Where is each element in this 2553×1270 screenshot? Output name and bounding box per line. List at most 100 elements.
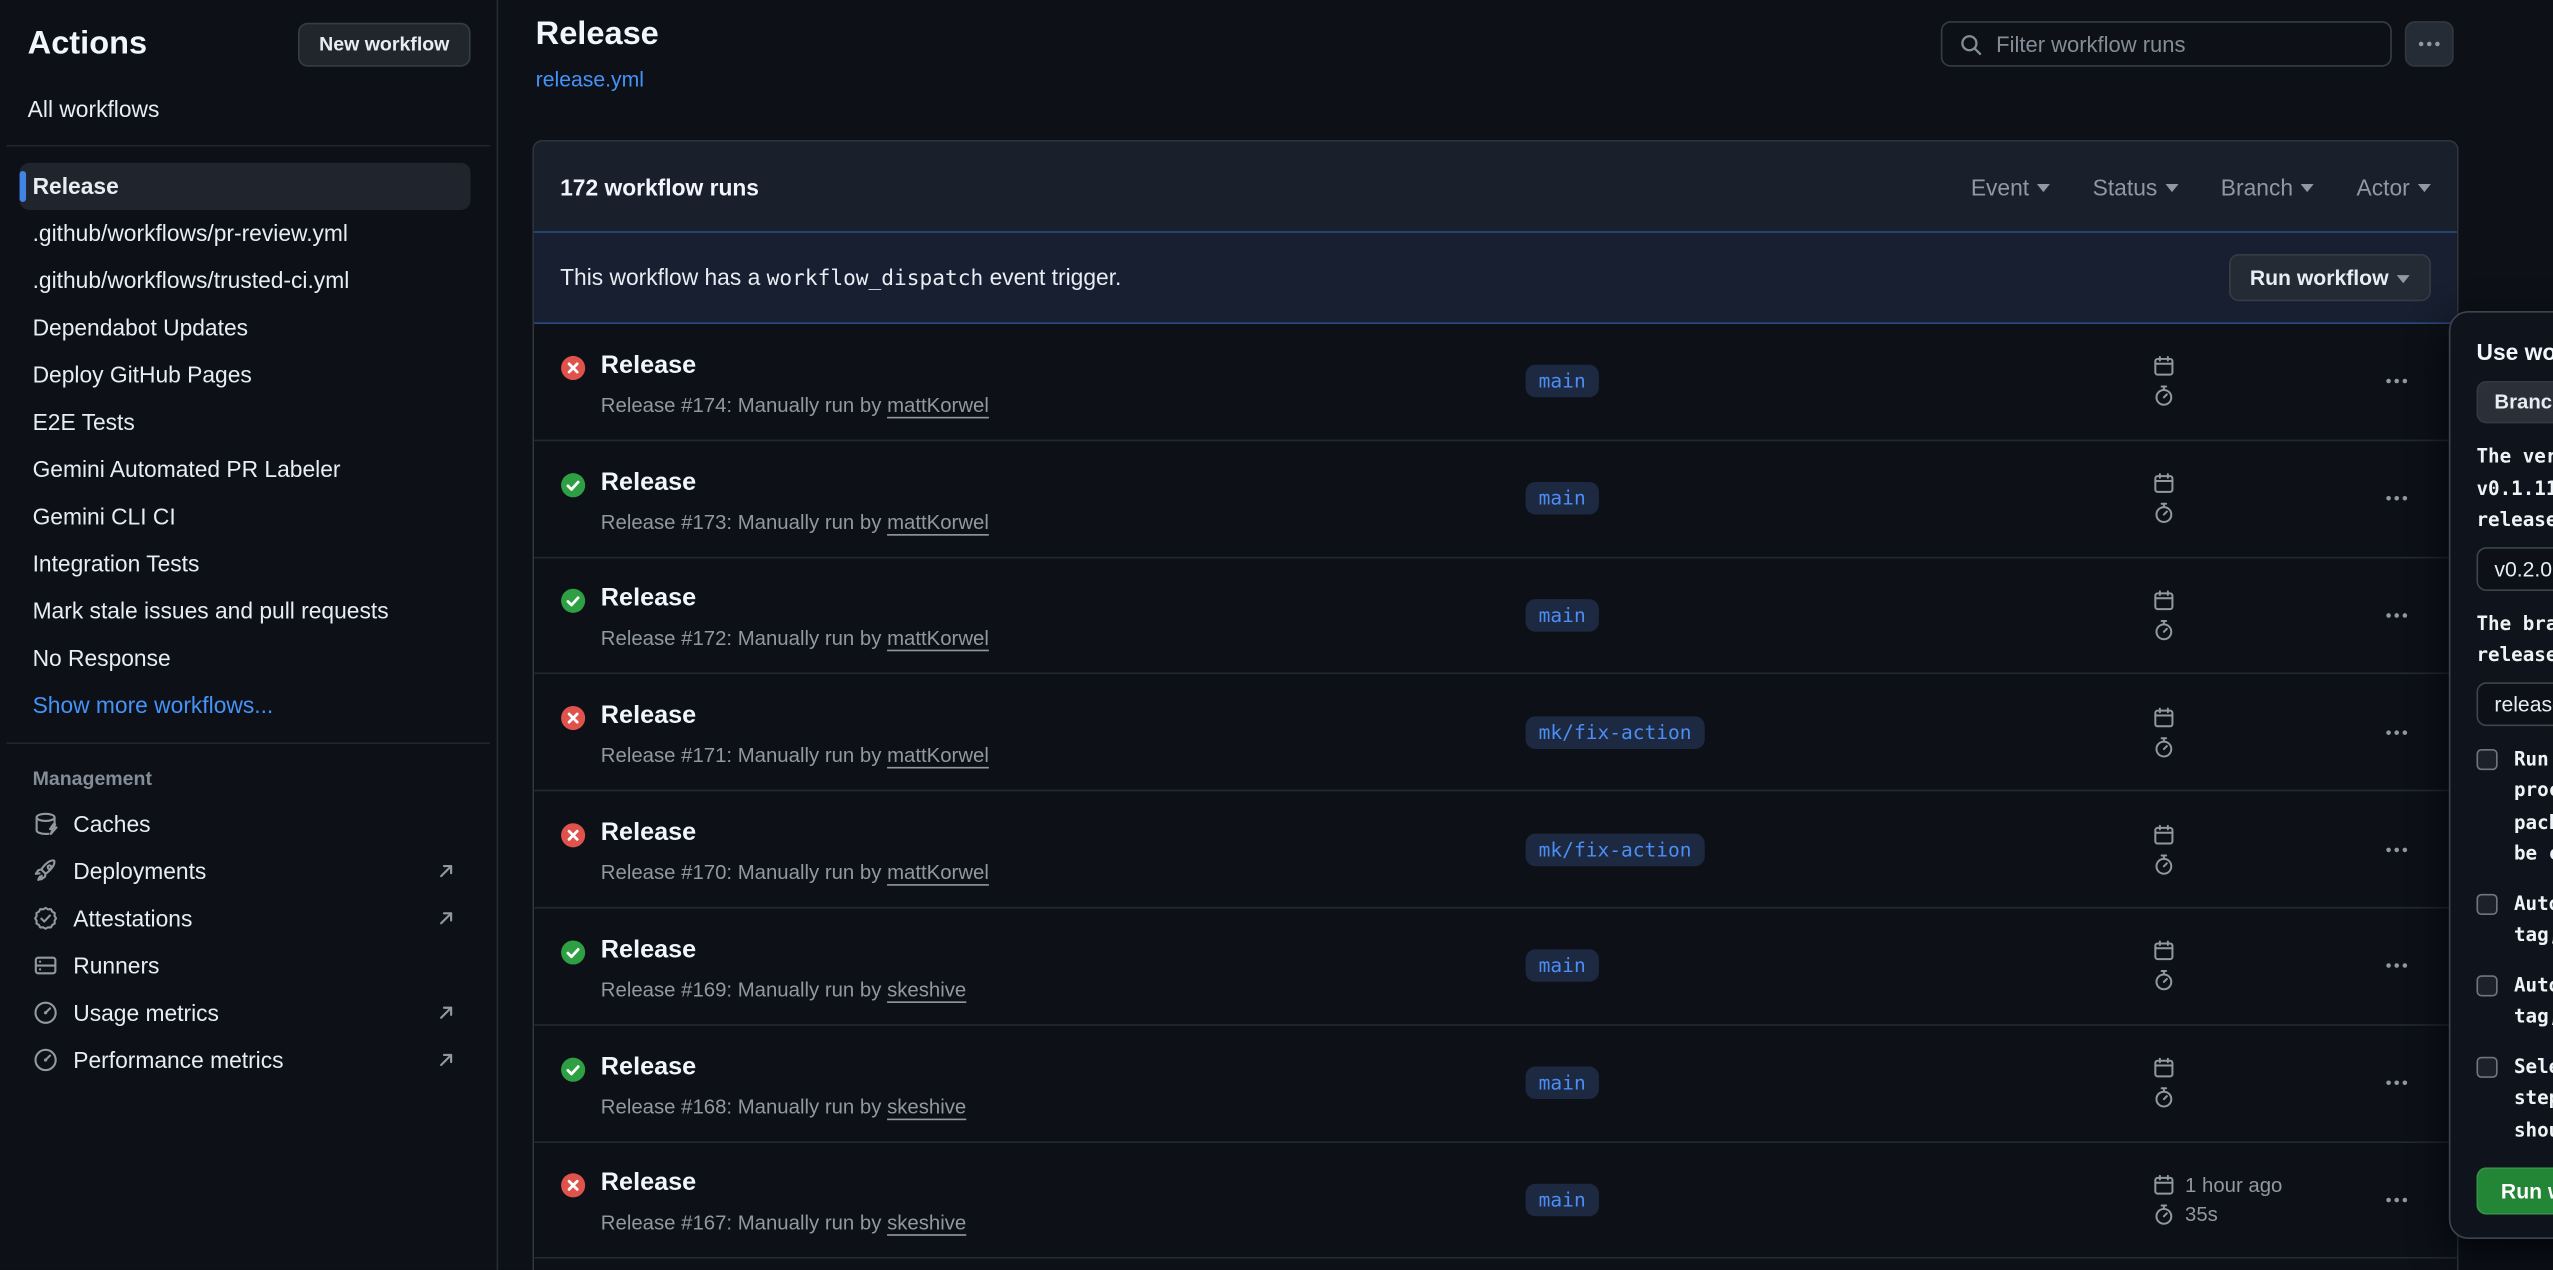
branch-badge[interactable]: mk/fix-action <box>1526 716 1705 749</box>
run-workflow-submit-button[interactable]: Run workflow <box>2476 1167 2553 1214</box>
sidebar-item-gemini-automated-pr-labeler[interactable]: Gemini Automated PR Labeler <box>20 446 471 493</box>
sidebar-item-label: .github/workflows/trusted-ci.yml <box>33 267 350 293</box>
management-list: Caches Deployments Attestations Runners … <box>0 799 497 1082</box>
run-workflow-dropdown-button[interactable]: Run workflow <box>2229 254 2431 301</box>
show-more-workflows-link[interactable]: Show more workflows... <box>20 682 471 729</box>
run-description: Release #171: Manually run by mattKorwel <box>601 745 989 768</box>
filter-status[interactable]: Status <box>2093 173 2179 199</box>
page-title: Release <box>536 16 659 53</box>
branch-badge[interactable]: main <box>1526 365 1599 398</box>
branch-badge[interactable]: mk/fix-action <box>1526 833 1705 866</box>
run-title-link[interactable]: Release <box>601 584 989 617</box>
sidebar-item-release[interactable]: Release <box>20 163 471 210</box>
run-duration: 35s <box>2185 1203 2218 1226</box>
run-kebab-button[interactable] <box>2376 1182 2418 1218</box>
sidebar-item-github-workflows-pr-review-yml[interactable]: .github/workflows/pr-review.yml <box>20 210 471 257</box>
run-kebab-button[interactable] <box>2376 598 2418 634</box>
run-kebab-button[interactable] <box>2376 831 2418 867</box>
new-workflow-button[interactable]: New workflow <box>298 23 471 67</box>
failure-icon <box>560 1173 586 1199</box>
sidebar-item-gemini-cli-ci[interactable]: Gemini CLI CI <box>20 493 471 540</box>
run-kebab-button[interactable] <box>2376 364 2418 400</box>
checkbox[interactable] <box>2476 748 2497 769</box>
stopwatch-icon <box>2152 1203 2175 1226</box>
popover-heading: Use workflow from <box>2476 339 2553 365</box>
management-item-caches[interactable]: Caches <box>0 799 497 846</box>
management-item-label: Deployments <box>73 857 434 883</box>
management-item-deployments[interactable]: Deployments <box>0 847 497 894</box>
run-title-link[interactable]: Release <box>601 467 989 500</box>
sidebar-item-deploy-github-pages[interactable]: Deploy GitHub Pages <box>20 352 471 399</box>
checkbox-label: Auto apply the nightly release tag, inpu… <box>2514 888 2553 951</box>
caret-down-icon <box>2165 184 2178 192</box>
main-content: Release release.yml Filter workflow runs… <box>500 0 2553 1270</box>
run-title-link[interactable]: Release <box>601 350 989 383</box>
external-link-icon <box>435 859 458 882</box>
workflow-runs-container: 172 workflow runs Event Status Branch Actor… <box>532 140 2458 1270</box>
caret-down-icon <box>2301 184 2314 192</box>
run-kebab-button[interactable] <box>2376 948 2418 984</box>
actor-link[interactable]: mattKorwel <box>887 628 989 651</box>
run-title-link[interactable]: Release <box>601 1051 966 1084</box>
calendar-icon <box>2152 940 2175 963</box>
branch-badge[interactable]: main <box>1526 1184 1599 1217</box>
actor-link[interactable]: mattKorwel <box>887 861 989 884</box>
actor-link[interactable]: skeshive <box>887 1095 966 1118</box>
actor-link[interactable]: skeshive <box>887 978 966 1001</box>
workflow-run-row: Release Release #173: Manually run by ma… <box>534 441 2457 558</box>
actor-link[interactable]: mattKorwel <box>887 511 989 534</box>
run-kebab-button[interactable] <box>2376 481 2418 517</box>
management-item-runners[interactable]: Runners <box>0 941 497 988</box>
kebab-icon <box>2384 602 2410 628</box>
sidebar-item-label: E2E Tests <box>33 409 135 435</box>
run-title-link[interactable]: Release <box>601 1168 966 1201</box>
branch-badge[interactable]: main <box>1526 482 1599 515</box>
run-kebab-button[interactable] <box>2376 1065 2418 1101</box>
filter-event[interactable]: Event <box>1971 173 2050 199</box>
checkbox[interactable] <box>2476 1056 2497 1077</box>
management-item-usage-metrics[interactable]: Usage metrics <box>0 988 497 1035</box>
actor-link[interactable]: skeshive <box>887 1212 966 1235</box>
external-link-icon <box>435 906 458 929</box>
runs-count: 172 workflow runs <box>560 173 1971 199</box>
sidebar-item-dependabot-updates[interactable]: Dependabot Updates <box>20 304 471 351</box>
sidebar-item-no-response[interactable]: No Response <box>20 635 471 682</box>
stopwatch-icon <box>2152 502 2175 525</box>
sidebar-item-mark-stale-issues-and-pull-requests[interactable]: Mark stale issues and pull requests <box>20 588 471 635</box>
branch-badge[interactable]: main <box>1526 1067 1599 1100</box>
branch-badge[interactable]: main <box>1526 599 1599 632</box>
filter-runs-search-input[interactable]: Filter workflow runs <box>1941 21 2392 67</box>
calendar-icon <box>2152 472 2175 495</box>
run-title-link[interactable]: Release <box>601 934 966 967</box>
sidebar-item-integration-tests[interactable]: Integration Tests <box>20 541 471 588</box>
workflow-file-link[interactable]: release.yml <box>536 67 644 91</box>
management-item-performance-metrics[interactable]: Performance metrics <box>0 1036 497 1083</box>
sidebar-item-github-workflows-trusted-ci-yml[interactable]: .github/workflows/trusted-ci.yml <box>20 257 471 304</box>
ref-input[interactable] <box>2476 681 2553 725</box>
actor-link[interactable]: mattKorwel <box>887 745 989 768</box>
workflow-run-row: Release Release #171: Manually run by ma… <box>534 675 2457 792</box>
branch-select-button[interactable]: Branch: main <box>2476 381 2553 423</box>
sidebar-title: Actions <box>28 26 147 63</box>
stopwatch-icon <box>2152 969 2175 992</box>
search-icon <box>1959 32 1983 56</box>
filter-branch[interactable]: Branch <box>2221 173 2314 199</box>
checkbox[interactable] <box>2476 974 2497 995</box>
management-item-attestations[interactable]: Attestations <box>0 894 497 941</box>
all-workflows-link[interactable]: All workflows <box>0 83 497 145</box>
calendar-icon <box>2152 1057 2175 1080</box>
actor-link[interactable]: mattKorwel <box>887 394 989 417</box>
run-kebab-button[interactable] <box>2376 714 2418 750</box>
filter-actor[interactable]: Actor <box>2357 173 2431 199</box>
failure-icon <box>560 822 586 848</box>
sidebar-item-label: Release <box>33 173 119 199</box>
branch-badge[interactable]: main <box>1526 950 1599 983</box>
kebab-icon <box>2384 719 2410 745</box>
version-input[interactable] <box>2476 546 2553 590</box>
management-item-label: Runners <box>73 952 457 978</box>
run-title-link[interactable]: Release <box>601 817 989 850</box>
checkbox[interactable] <box>2476 893 2497 914</box>
run-title-link[interactable]: Release <box>601 701 989 734</box>
sidebar-item-e2e-tests[interactable]: E2E Tests <box>20 399 471 446</box>
workflow-kebab-button[interactable] <box>2405 21 2454 67</box>
